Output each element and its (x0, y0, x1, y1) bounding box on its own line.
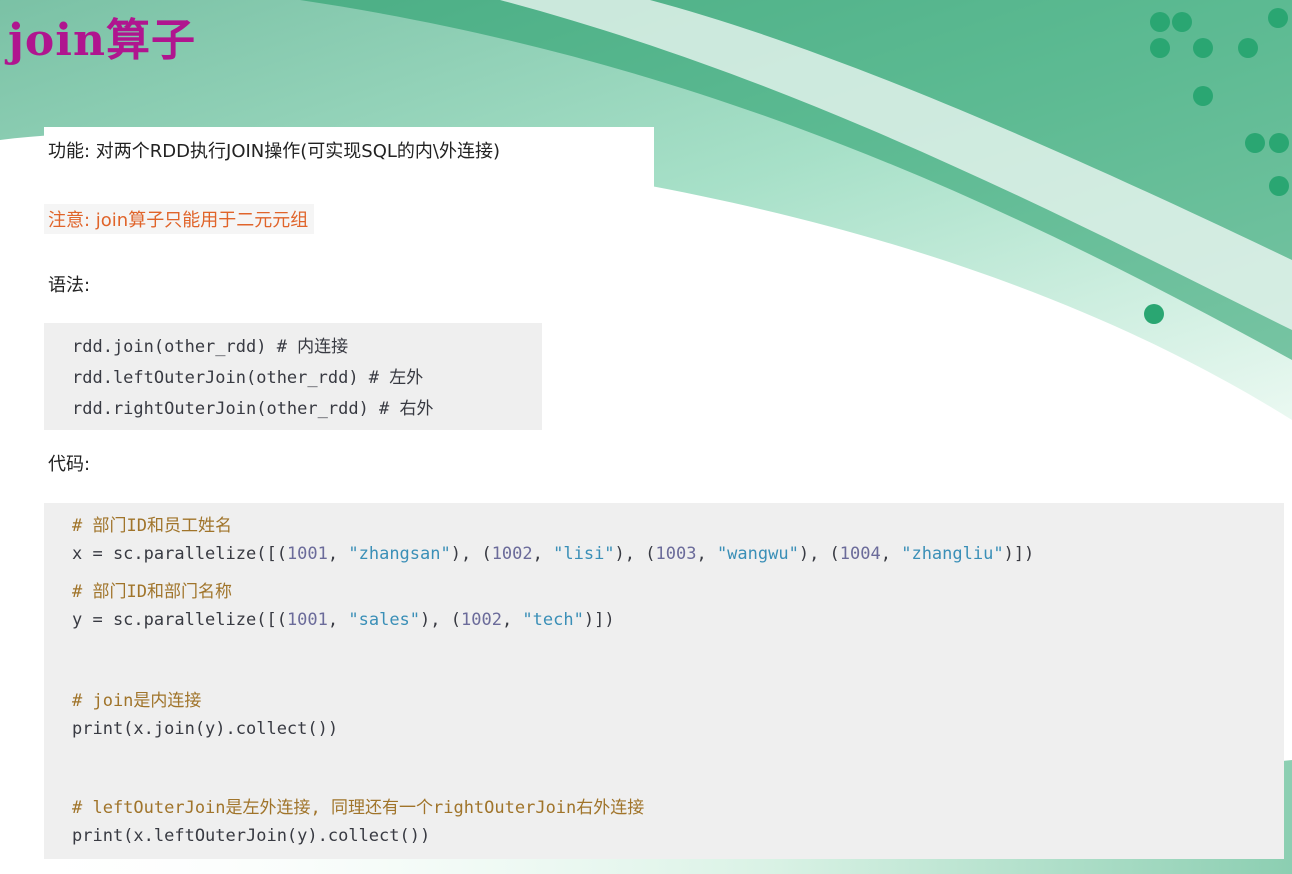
code-number: 1003 (655, 544, 697, 564)
code-string: "lisi" (553, 544, 615, 564)
code-string: "zhangsan" (348, 544, 451, 564)
code-comment: # join是内连接 (72, 691, 202, 711)
code-label: 代码: (48, 454, 91, 475)
slide-title: join算子 (8, 15, 196, 66)
intro-panel: 功能: 对两个RDD执行JOIN操作(可实现SQL的内\外连接) 注意: joi… (44, 127, 654, 234)
code-line: rdd.join(other_rdd) # 内连接 (72, 337, 349, 357)
code-comment: # 部门ID和员工姓名 (72, 516, 232, 536)
code-comment: # 部门ID和部门名称 (72, 582, 232, 602)
code-text: y = sc.parallelize([( (72, 610, 287, 630)
function-description: 功能: 对两个RDD执行JOIN操作(可实现SQL的内\外连接) (48, 141, 500, 162)
syntax-panel: 语法: (44, 261, 542, 323)
syntax-label: 语法: (48, 275, 91, 296)
code-line: print(x.join(y).collect()) (72, 719, 339, 739)
code-string: "sales" (348, 610, 421, 630)
code-line-y: y = sc.parallelize([(1001, "sales"), (10… (72, 610, 615, 630)
code-comment: # leftOuterJoin是左外连接, 同理还有一个rightOuterJo… (72, 798, 645, 818)
code-number: 1002 (491, 544, 533, 564)
code-string: "zhangliu" (901, 544, 1004, 564)
code-text: x = sc.parallelize([( (72, 544, 287, 564)
code-line-x: x = sc.parallelize([(1001, "zhangsan"), … (72, 544, 1035, 564)
note-text: 注意: join算子只能用于二元元组 (44, 204, 315, 234)
main-code-block: # 部门ID和员工姓名 x = sc.parallelize([(1001, "… (44, 503, 1284, 859)
code-number: 1004 (839, 544, 881, 564)
code-line: rdd.leftOuterJoin(other_rdd) # 左外 (72, 368, 424, 388)
code-line: rdd.rightOuterJoin(other_rdd) # 右外 (72, 399, 434, 419)
syntax-code-block: rdd.join(other_rdd) # 内连接 rdd.leftOuterJ… (44, 323, 542, 430)
code-line: print(x.leftOuterJoin(y).collect()) (72, 826, 431, 846)
code-string: "wangwu" (716, 544, 799, 564)
code-number: 1001 (286, 544, 328, 564)
code-number: 1001 (286, 610, 328, 630)
code-number: 1002 (460, 610, 502, 630)
code-panel: 代码: (44, 440, 1284, 503)
code-string: "tech" (522, 610, 584, 630)
